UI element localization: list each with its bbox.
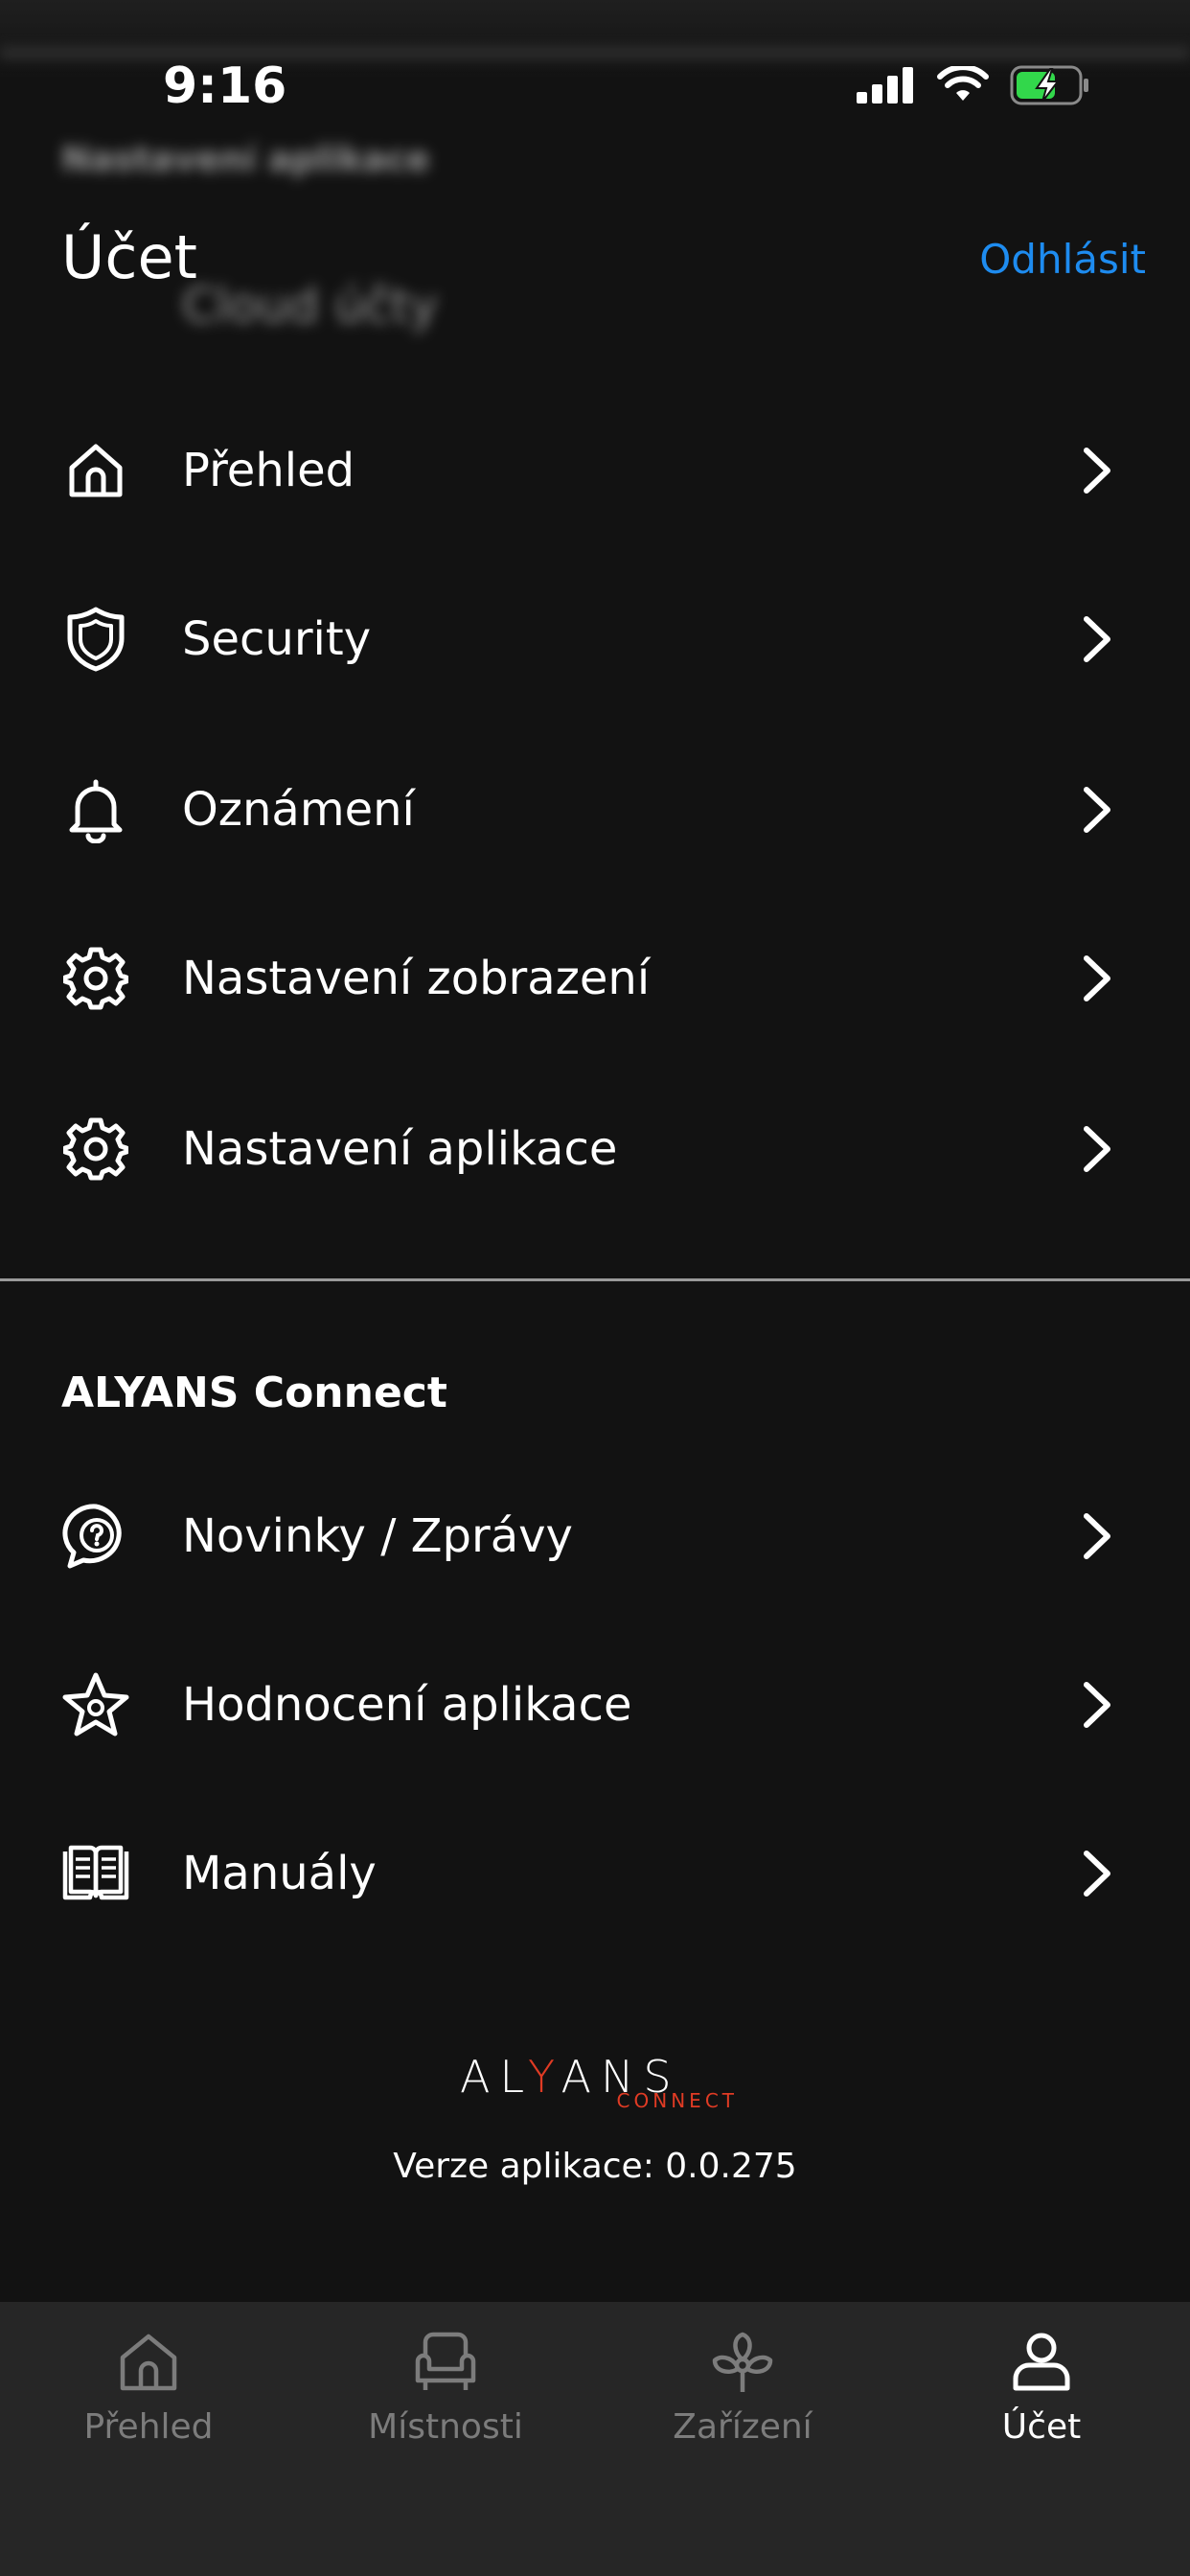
menu-item-label: Přehled [182,444,355,497]
page-title: Účet [61,222,197,292]
alyans-logo: ALYANS CONNECT [460,2051,738,2118]
status-icons [857,65,1090,105]
tab-label: Přehled [83,2407,214,2447]
chat-question-icon [61,1502,130,1571]
status-time: 9:16 [163,58,287,115]
wifi-icon [937,66,989,101]
tab-mistnosti[interactable]: Místnosti [297,2329,594,2472]
chevron-right-icon [1073,442,1121,499]
user-icon [1013,2333,1070,2391]
chevron-right-icon [1073,610,1121,668]
tab-bar: Přehled Místnosti Zařízení Účet [0,2302,1190,2576]
tab-label: Účet [1001,2407,1082,2447]
section-divider [0,1278,1190,1281]
account-screen: Nastavení aplikace Cloud účty 9:16 Účet … [0,0,1190,2576]
menu-item-label: Manuály [182,1847,377,1900]
shield-icon [61,605,130,674]
chevron-right-icon [1073,950,1121,1007]
tab-zarizeni[interactable]: Zařízení [594,2329,891,2472]
home-icon [61,436,130,505]
menu-item-label: Nastavení zobrazení [182,952,651,1005]
chevron-right-icon [1073,1845,1121,1902]
menu-item-hodnoceni[interactable]: Hodnocení aplikace [0,1652,1190,1758]
menu-item-label: Security [182,612,372,666]
tab-ucet[interactable]: Účet [893,2329,1190,2472]
menu-item-prehled[interactable]: Přehled [0,418,1190,523]
ghost-row: Cloud účty [182,278,439,334]
fan-icon [712,2332,773,2392]
menu-item-label: Hodnocení aplikace [182,1678,632,1732]
menu-item-manualy[interactable]: Manuály [0,1821,1190,1926]
logout-button[interactable]: Odhlásit [979,236,1146,283]
armchair-icon [415,2332,476,2390]
book-icon [61,1839,130,1908]
menu-item-oznameni[interactable]: Oznámení [0,757,1190,862]
battery-charging-icon [1010,65,1088,105]
menu-item-novinky[interactable]: Novinky / Zprávy [0,1484,1190,1589]
star-icon [61,1670,130,1739]
tab-prehled[interactable]: Přehled [0,2329,297,2472]
menu-item-security[interactable]: Security [0,586,1190,692]
menu-item-nastaveni-aplikace[interactable]: Nastavení aplikace [0,1096,1190,1202]
chevron-right-icon [1073,1507,1121,1565]
ghost-title: Nastavení aplikace [61,140,430,179]
chevron-right-icon [1073,1676,1121,1734]
home-icon [120,2334,177,2391]
menu-item-label: Nastavení aplikace [182,1122,618,1176]
menu-item-label: Oznámení [182,783,415,837]
tab-label: Zařízení [673,2407,812,2447]
app-version: Verze aplikace: 0.0.275 [393,2147,797,2186]
chevron-right-icon [1073,781,1121,839]
logo-subtitle: CONNECT [616,2089,738,2112]
chevron-right-icon [1073,1120,1121,1178]
bell-icon [61,775,130,844]
menu-item-label: Novinky / Zprávy [182,1509,573,1563]
section-title: ALYANS Connect [61,1368,447,1417]
tab-label: Místnosti [368,2407,523,2447]
gear-icon [61,944,130,1013]
menu-item-nastaveni-zobrazeni[interactable]: Nastavení zobrazení [0,926,1190,1031]
gear-icon [61,1115,130,1184]
signal-icon [857,67,913,104]
